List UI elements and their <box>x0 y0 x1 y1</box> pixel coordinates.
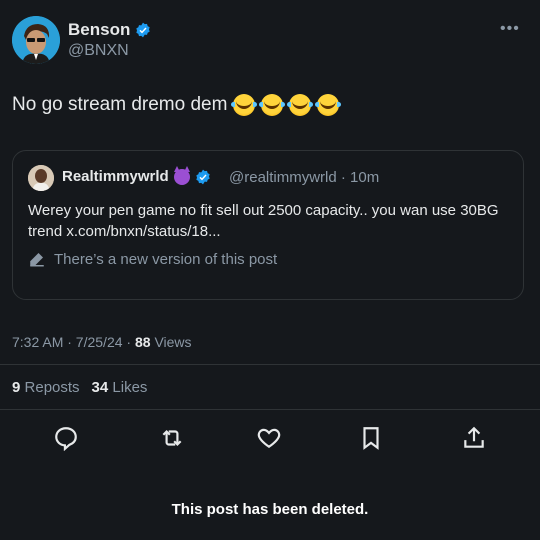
author-avatar[interactable] <box>12 16 60 64</box>
post-text-row: No go stream dremo dem <box>12 94 342 116</box>
reposts-count: 9 <box>12 379 21 396</box>
post-text: No go stream dremo dem <box>12 94 228 115</box>
quoted-verified-badge-icon <box>196 169 210 184</box>
engagement-stats: 9 Reposts 34 Likes <box>12 379 147 396</box>
likes-count: 34 <box>91 379 109 396</box>
face-with-tears-of-joy-icon <box>231 94 258 116</box>
verified-badge-icon <box>136 22 151 38</box>
quoted-author-avatar[interactable] <box>28 165 54 191</box>
new-version-notice[interactable]: There’s a new version of this post <box>28 250 277 268</box>
reposts-label: Reposts <box>24 379 80 396</box>
face-with-tears-of-joy-icon <box>315 94 342 116</box>
likes-label: Likes <box>112 379 148 396</box>
quoted-author-name-row[interactable]: Realtimmywrld <box>62 165 211 185</box>
post-meta: 7:32 AM · 7/25/24 · 88 Views <box>12 334 192 350</box>
like-icon <box>257 428 281 448</box>
reply-button[interactable] <box>52 424 80 452</box>
quoted-handle-time[interactable]: @realtimmywrld · 10m <box>229 169 379 186</box>
edit-pencil-icon <box>30 253 44 267</box>
share-button[interactable] <box>460 424 488 452</box>
divider <box>0 409 540 410</box>
bookmark-button[interactable] <box>357 424 385 452</box>
quoted-avatar-image <box>28 165 54 191</box>
smiling-devil-icon <box>173 165 190 185</box>
reposts-stat[interactable]: 9 Reposts <box>12 379 80 396</box>
author-name[interactable]: Benson <box>68 20 130 40</box>
face-with-tears-of-joy-icon <box>259 94 286 116</box>
repost-icon <box>162 429 182 447</box>
repost-button[interactable] <box>158 424 186 452</box>
views-label: Views <box>154 334 192 350</box>
share-icon <box>464 426 484 448</box>
reply-icon <box>55 427 77 451</box>
views-count: 88 <box>134 334 151 350</box>
author-avatar-image <box>12 16 60 64</box>
quoted-author-name[interactable]: Realtimmywrld <box>62 168 169 185</box>
quoted-post-text: Werey your pen game no fit sell out 2500… <box>28 202 499 240</box>
like-button[interactable] <box>255 424 283 452</box>
face-with-tears-of-joy-icon <box>287 94 314 116</box>
divider <box>0 364 540 365</box>
likes-stat[interactable]: 34 Likes <box>92 379 148 396</box>
bookmark-icon <box>363 427 379 450</box>
new-version-text[interactable]: There’s a new version of this post <box>54 251 277 268</box>
more-options-icon[interactable]: ••• <box>500 20 520 38</box>
post-timestamp[interactable]: 7:32 AM · 7/25/24 · <box>12 334 131 350</box>
author-handle[interactable]: @BNXN <box>68 42 129 60</box>
author-name-row[interactable]: Benson <box>68 20 151 40</box>
deleted-notice: This post has been deleted. <box>171 501 369 518</box>
